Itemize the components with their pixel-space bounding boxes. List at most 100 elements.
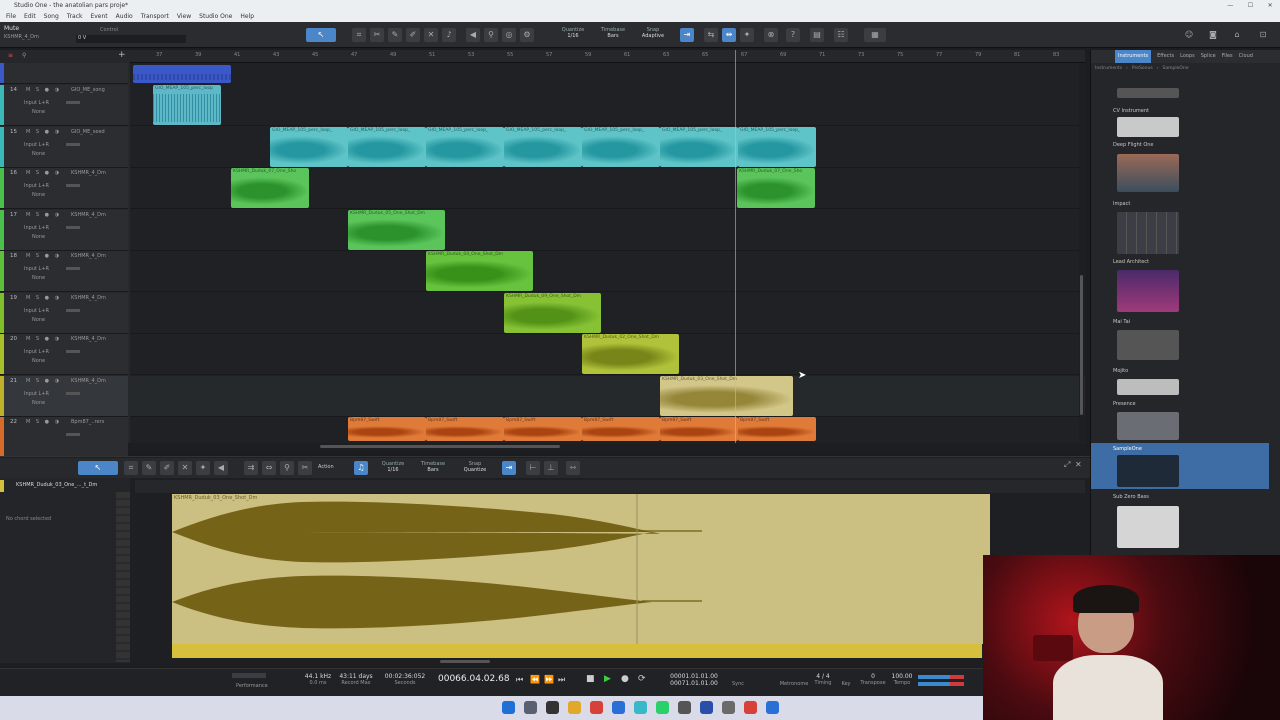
- editor-listen-icon[interactable]: ◀: [214, 461, 228, 475]
- track-output[interactable]: None: [32, 234, 45, 240]
- track-menu-icon[interactable]: ≡: [8, 52, 13, 59]
- track-output[interactable]: None: [32, 275, 45, 281]
- menu-audio[interactable]: Audio: [116, 11, 133, 22]
- menu-edit[interactable]: Edit: [24, 11, 36, 22]
- track-output[interactable]: None: [32, 317, 45, 323]
- search-taskbar-icon[interactable]: [524, 701, 537, 714]
- quantize-tool-icon[interactable]: ⚙: [520, 28, 534, 42]
- track-input[interactable]: Input L+R: [24, 183, 49, 189]
- browser-item-impact[interactable]: Impact: [1113, 201, 1130, 207]
- snap-control[interactable]: Snap Adaptive: [636, 27, 670, 39]
- editor-scrollbar[interactable]: [440, 660, 490, 663]
- position-display[interactable]: 00066.04.02.68: [438, 674, 510, 684]
- tab-files[interactable]: Files: [1222, 50, 1233, 63]
- clip-track-15[interactable]: GIO_MEAP_105_perc_loop_: [270, 127, 348, 167]
- app4-icon[interactable]: [766, 701, 779, 714]
- tab-cloud[interactable]: Cloud: [1239, 50, 1253, 63]
- clip-track-22[interactable]: Bpm87_Swift: [660, 417, 738, 441]
- editor-loop-icon[interactable]: ⇉: [244, 461, 258, 475]
- clip-track-22[interactable]: Bpm87_Swift: [426, 417, 504, 441]
- track-name[interactable]: Bpm87_..rers: [71, 419, 104, 425]
- vertical-scrollbar[interactable]: [1079, 63, 1084, 441]
- zoom-tool-icon[interactable]: ⚲: [484, 28, 498, 42]
- autoscroll-icon[interactable]: ⇆: [704, 28, 718, 42]
- browser-item-leadarch[interactable]: Lead Architect: [1113, 259, 1149, 265]
- transpose[interactable]: 0 Transpose: [858, 673, 888, 686]
- grid-toggle-icon[interactable]: ⇹: [722, 28, 736, 42]
- track-lane[interactable]: [130, 85, 1085, 126]
- start-icon[interactable]: ⊡: [1256, 28, 1270, 42]
- menu-track[interactable]: Track: [67, 11, 83, 22]
- track-name[interactable]: KSHMR_4_Dm: [71, 253, 106, 259]
- editor-range-icon[interactable]: ⌗: [124, 461, 138, 475]
- help-icon[interactable]: ?: [786, 28, 800, 42]
- spotify-icon[interactable]: [656, 701, 669, 714]
- editor-bend-icon[interactable]: ✦: [196, 461, 210, 475]
- track-buttons[interactable]: M S ● ◑: [26, 253, 61, 259]
- forward-icon[interactable]: ⏩: [544, 675, 554, 684]
- track-input[interactable]: Input L+R: [24, 349, 49, 355]
- editor-audiobend-icon[interactable]: ♫: [354, 461, 368, 475]
- time-signature[interactable]: 4 / 4 Timing: [810, 673, 836, 686]
- track-volume[interactable]: [66, 391, 80, 395]
- clip-track-17[interactable]: KSHMR_Duduk_05_One_Shot_Dm: [348, 210, 445, 250]
- track-header[interactable]: 22 M S ● ◑ Bpm87_..rers: [0, 417, 128, 458]
- listen-tool-icon[interactable]: ◀: [466, 28, 480, 42]
- track-input[interactable]: Input L+R: [24, 391, 49, 397]
- editor-timebase[interactable]: Timebase Bars: [416, 461, 450, 473]
- close-button[interactable]: ✕: [1268, 0, 1273, 11]
- editor-snap-toggle-icon[interactable]: ⇥: [502, 461, 516, 475]
- bend-tool-icon[interactable]: ♪: [442, 28, 456, 42]
- crumb-presonus[interactable]: PreSonus: [1132, 66, 1153, 73]
- arrange-scrollbar[interactable]: [130, 443, 1085, 451]
- menu-file[interactable]: File: [6, 11, 16, 22]
- editor-paint-icon[interactable]: ✐: [160, 461, 174, 475]
- home-icon[interactable]: ⌂: [1230, 28, 1244, 42]
- play-icon[interactable]: ▶: [604, 674, 611, 684]
- editor-action-button[interactable]: Action: [318, 464, 334, 470]
- metronome[interactable]: Metronome: [774, 681, 814, 687]
- track-output[interactable]: None: [32, 358, 45, 364]
- clip-track-18[interactable]: KSHMR_Duduk_04_One_Shot_Dm: [426, 251, 533, 291]
- track-buttons[interactable]: M S ● ◑: [26, 129, 61, 135]
- tab-loops[interactable]: Loops: [1180, 50, 1195, 63]
- track-header[interactable]: 18 M S ● ◑ KSHMR_4_Dm Input L+R None: [0, 251, 128, 292]
- track-input[interactable]: Input L+R: [24, 266, 49, 272]
- add-track-icon[interactable]: +: [118, 50, 126, 60]
- range-tool-icon[interactable]: ⌗: [352, 28, 366, 42]
- track-volume[interactable]: [66, 433, 80, 436]
- arrange-ruler[interactable]: 37 39 41 43 45 47 49 51 53 55 57 59 61 63 65 67 69 71 73 75…: [130, 50, 1085, 63]
- track-buttons[interactable]: M S ● ◑: [26, 336, 61, 342]
- clip-track-15[interactable]: GIO_MEAP_105_perc_loop_: [660, 127, 738, 167]
- editor-track-name[interactable]: KSHMR_Duduk_03_One_..._t_Dm: [16, 482, 97, 488]
- follow-icon[interactable]: ✦: [740, 28, 754, 42]
- clip-top[interactable]: [133, 65, 231, 83]
- editor-follow-icon[interactable]: ⊢: [526, 461, 540, 475]
- track-header[interactable]: 15 M S ● ◑ GIO_ME_seed Input L+R None: [0, 126, 128, 168]
- track-volume[interactable]: [66, 308, 80, 312]
- track-input[interactable]: Input L+R: [24, 308, 49, 314]
- browser-item-mojito[interactable]: Mojito: [1113, 368, 1128, 374]
- track-lane[interactable]: [130, 251, 1085, 292]
- app-icon[interactable]: [678, 701, 691, 714]
- editor-pencil-icon[interactable]: ✎: [142, 461, 156, 475]
- clip-track-15[interactable]: GIO_MEAP_105_perc_loop_: [504, 127, 582, 167]
- clip-track-22[interactable]: Bpm87_Swift: [582, 417, 660, 441]
- search-icon[interactable]: ⚲: [22, 52, 26, 59]
- clip-track-15[interactable]: GIO_MEAP_105_perc_loop_: [348, 127, 426, 167]
- mix-view-icon[interactable]: ☷: [834, 28, 848, 42]
- editor-audio-event[interactable]: KSHMR_Duduk_03_One_Shot_Dm: [172, 494, 990, 644]
- browser-item-maitai[interactable]: Mai Tai: [1113, 319, 1130, 325]
- track-name[interactable]: KSHMR_4_Dm: [71, 212, 106, 218]
- tempo[interactable]: 100.00 Tempo: [888, 673, 916, 686]
- clip-track-15[interactable]: GIO_MEAP_105_perc_loop_: [426, 127, 504, 167]
- arrange-view[interactable]: GIO_MEAP_105_perc_loop GIO_MEAP_105_perc…: [130, 63, 1085, 443]
- track-input[interactable]: Input L+R: [24, 100, 49, 106]
- clip-track-19[interactable]: KSHMR_Duduk_09_One_Shot_Dm: [504, 293, 601, 333]
- clip-track-15[interactable]: GIO_MEAP_105_perc_loop_: [738, 127, 816, 167]
- editor-close-button-icon[interactable]: ✕: [1075, 460, 1082, 469]
- eraser-tool-icon[interactable]: ✎: [388, 28, 402, 42]
- track-volume[interactable]: [66, 142, 80, 146]
- record-icon[interactable]: ●: [621, 674, 629, 684]
- layout-icon[interactable]: ▦: [864, 28, 886, 42]
